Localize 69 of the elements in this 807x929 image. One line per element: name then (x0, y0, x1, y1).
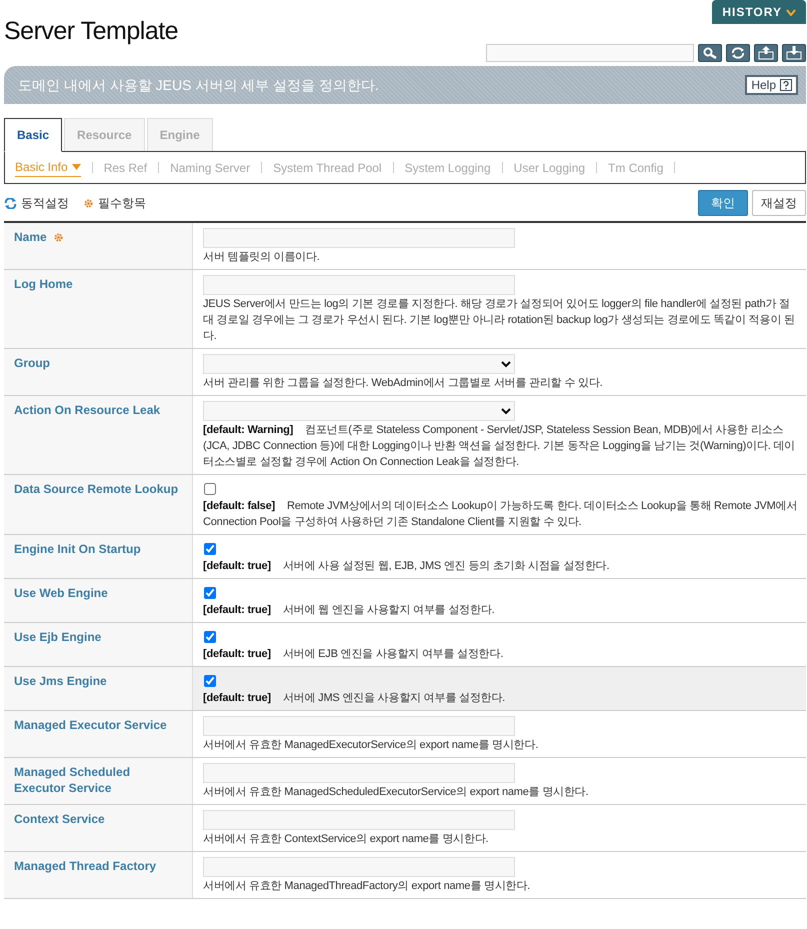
tab[interactable]: Resource (64, 118, 145, 151)
field-label: Context Service (14, 812, 105, 826)
legend-text: 동적설정 (21, 195, 69, 212)
field-description: 서버 템플릿의 이름이다. (203, 250, 321, 265)
help-icon (780, 79, 792, 91)
field-description: 서버에서 유효한 ManagedExecutorService의 export name를 명시한다. (203, 738, 540, 753)
field-description: [default: true] 서버에 EJB 엔진을 사용할지 여부를 설정한다. (203, 647, 504, 662)
field-label: Data Source Remote Lookup (14, 482, 178, 496)
subtab[interactable]: User Logging (514, 158, 586, 176)
search-field[interactable] (486, 44, 694, 62)
field-description: [default: false] Remote JVM상에서의 데이터소스 Lookup이 가능하도록 한다. 데이터소스 Lookup을 통해 Remote JVM에서 Connection Pool을 구성하여 사용하던 기존 Standalone Client를 지원할 수 있다. (203, 499, 798, 530)
checkbox[interactable] (204, 631, 216, 643)
subtab[interactable]: Naming Server (170, 158, 250, 176)
refresh-button[interactable] (726, 44, 750, 62)
subtab[interactable]: Res Ref (104, 158, 148, 176)
field-label: Group (14, 356, 50, 370)
field-description: [default: true] 서버에 JMS 엔진을 사용할지 여부를 설정한다. (203, 691, 506, 706)
tab[interactable]: Engine (146, 118, 213, 151)
subtab[interactable]: Tm Config (608, 158, 664, 176)
search-icon (703, 47, 717, 59)
caret-icon (72, 164, 81, 170)
tab[interactable]: Basic (4, 118, 62, 152)
required-icon (83, 198, 94, 208)
caret-icon (786, 8, 796, 16)
field-label: Log Home (14, 277, 73, 291)
field-description: 서버 관리를 위한 그룹을 설정한다. WebAdmin에서 그룹별로 서버를 관리할 수 있다. (203, 376, 604, 391)
text-field[interactable] (203, 810, 515, 830)
field-label: Managed Scheduled Executor Service (14, 765, 130, 795)
text-field[interactable] (203, 716, 515, 736)
search-button[interactable] (698, 44, 722, 62)
text-field[interactable] (203, 275, 515, 295)
field-description: 서버에서 유효한 ManagedScheduledExecutorService의 export name를 명시한다. (203, 785, 590, 800)
checkbox[interactable] (204, 675, 216, 687)
confirm-button[interactable]: 확인 (698, 190, 748, 216)
checkbox[interactable] (204, 587, 216, 599)
text-field[interactable] (203, 228, 515, 248)
download-button[interactable] (782, 44, 806, 62)
upload-button[interactable] (754, 44, 778, 62)
field-description: [default: Warning] 컴포넌트(주로 Stateless Component - Servlet/JSP, Stateless Session Bean, MDB)에서 사용한 리소스(JCA, JDBC Connection 등)에 대한 Logging이나 반환 액션을 설정한다. 기본 동작은 Logging을 남기는 것(Warning)이다. 데이터소스별로 설정할 경우에 Action On Connection Leak을 설정한다. (203, 423, 796, 470)
field-label: Managed Thread Factory (14, 859, 156, 873)
field-description: [default: true] 서버에 사용 설정된 웹, EJB, JMS 엔진 등의 초기화 시점을 설정한다. (203, 559, 610, 574)
download-icon (786, 46, 802, 60)
help-button[interactable]: Help (745, 75, 798, 95)
page-title: Server Template (4, 16, 178, 47)
field-label: Engine Init On Startup (14, 542, 141, 556)
text-field[interactable] (203, 857, 515, 877)
field-description: 서버에서 유효한 ManagedThreadFactory의 export name를 명시한다. (203, 879, 532, 894)
checkbox[interactable] (204, 543, 216, 555)
field-description: [default: true] 서버에 웹 엔진을 사용할지 여부를 설정한다. (203, 603, 496, 618)
subtab[interactable]: System Thread Pool (273, 158, 382, 176)
reset-button[interactable]: 재설정 (752, 190, 806, 216)
sync-icon (4, 198, 17, 208)
history-button[interactable]: HISTORY (712, 0, 806, 24)
field-label: Managed Executor Service (14, 718, 167, 732)
subtab[interactable]: System Logging (404, 158, 491, 176)
subtab[interactable]: Basic Info (15, 158, 81, 177)
field-label: Use Ejb Engine (14, 630, 102, 644)
field-label: Use Web Engine (14, 586, 108, 600)
banner-text: 도메인 내에서 사용할 JEUS 서버의 세부 설정을 정의한다. (18, 76, 379, 94)
field-label: Action On Resource Leak (14, 403, 160, 417)
field-label: Use Jms Engine (14, 674, 107, 688)
upload-icon (758, 46, 774, 60)
refresh-icon (730, 47, 746, 59)
legend-text: 필수항목 (98, 195, 146, 212)
field-label: Name (14, 230, 47, 244)
text-field[interactable] (203, 763, 515, 783)
checkbox[interactable] (204, 483, 216, 495)
field-description: JEUS Server에서 만드는 log의 기본 경로를 지정한다. 해당 경로가 설정되어 있어도 logger의 file handler에 설정된 path가 절대 경로일 경우에는 그 경로가 우선시 된다. 기본 log뿐만 아니라 rotation된 backup log가 생성되는 경로에도 똑같이 적용이 된다. (203, 297, 796, 344)
field-description: 서버에서 유효한 ContextService의 export name를 명시한다. (203, 832, 490, 847)
